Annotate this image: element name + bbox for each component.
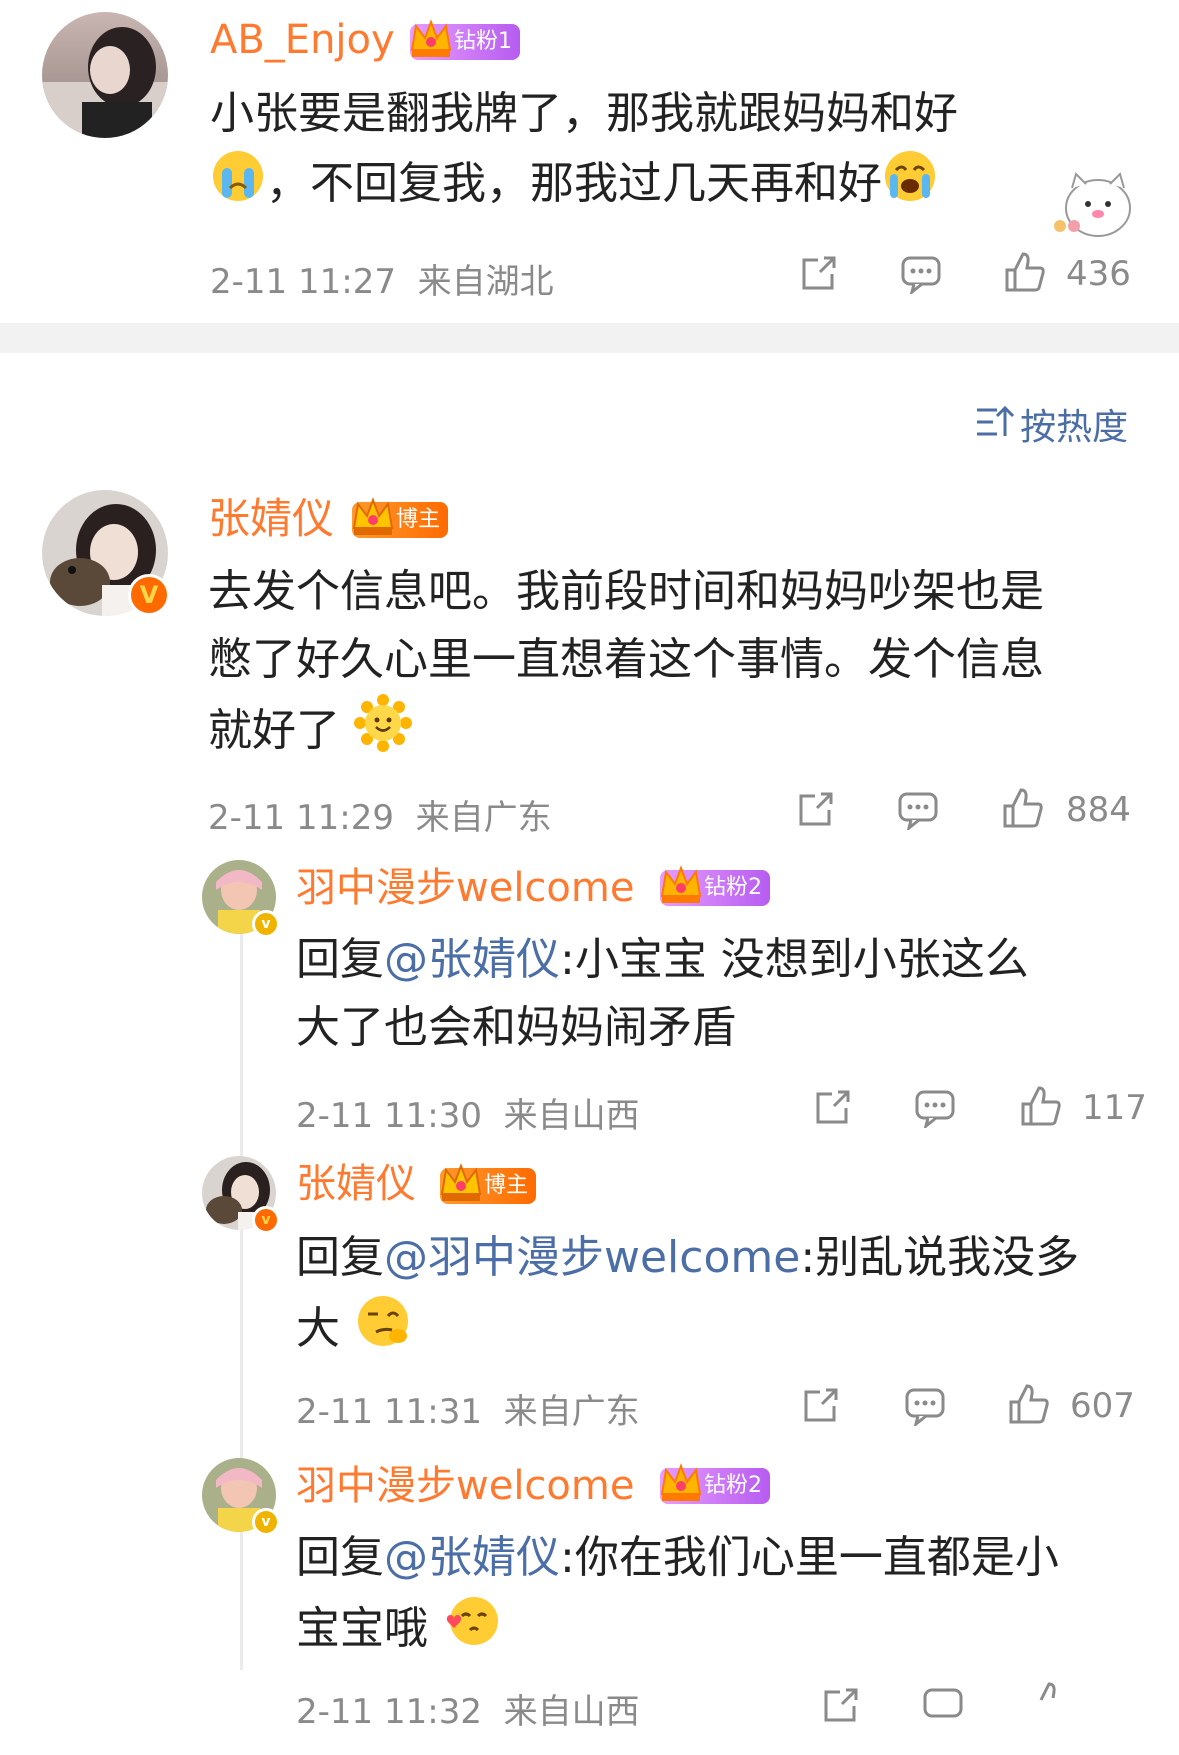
thread-line — [240, 930, 243, 1670]
username[interactable]: 羽中漫步welcome — [296, 862, 634, 914]
like-icon[interactable] — [1002, 786, 1044, 834]
comment-line: ，不回复我，那我过几天再和好 — [210, 148, 1130, 224]
location: 来自广东 — [415, 798, 552, 838]
comment-line: 去发个信息吧。我前段时间和妈妈吵架也是 — [208, 566, 1044, 617]
timestamp: 2-11 11:31 — [296, 1392, 482, 1432]
comment-text: 小张要是翻我牌了，那我就跟妈妈和好 ，不回复我，那我过几天再和好 — [210, 80, 1130, 224]
reply-meta: 2-11 11:30 来自山西 — [296, 1088, 640, 1137]
like-count: 884 — [1066, 790, 1131, 830]
mention-link[interactable]: @张婧仪 — [384, 934, 560, 985]
fan-level-badge[interactable]: 钻粉2 — [660, 1463, 770, 1504]
location: 来自山西 — [503, 1096, 640, 1136]
reply-text: 回复@张婧仪:你在我们心里一直都是小 宝宝哦 — [296, 1524, 1156, 1670]
like-icon[interactable] — [1020, 1084, 1062, 1132]
cat-sticker-icon — [1050, 160, 1135, 240]
reply-line: 回复@羽中漫步welcome:别乱说我没多 — [296, 1232, 1080, 1283]
badge-label: 博主 — [396, 507, 441, 532]
username[interactable]: 张婧仪 — [208, 492, 334, 546]
crown-icon — [658, 1460, 704, 1518]
crying-emoji-icon — [210, 148, 266, 224]
mention-link[interactable]: @羽中漫步welcome — [384, 1232, 800, 1283]
comment-icon[interactable] — [900, 254, 942, 298]
like-count: 117 — [1082, 1088, 1147, 1128]
sort-toggle[interactable]: 按热度 — [975, 398, 1128, 448]
comment-icon[interactable] — [904, 1386, 946, 1430]
blogger-badge[interactable]: 博主 — [440, 1163, 537, 1204]
share-icon[interactable] — [800, 1386, 840, 1430]
comment-meta: 2-11 11:29 来自广东 — [208, 790, 552, 839]
reply-line: 大 — [296, 1292, 1156, 1370]
location: 来自广东 — [503, 1392, 640, 1432]
timestamp: 2-11 11:30 — [296, 1096, 482, 1136]
like-count: 607 — [1070, 1386, 1135, 1426]
share-icon[interactable] — [820, 1686, 860, 1730]
crown-icon — [658, 862, 704, 920]
sun-emoji-icon — [354, 694, 412, 772]
kiss-emoji-icon — [442, 1592, 500, 1670]
comment-meta: 2-11 11:27 来自湖北 — [210, 254, 554, 303]
crown-icon — [350, 494, 396, 552]
like-count: 436 — [1066, 254, 1131, 294]
badge-label: 博主 — [484, 1173, 529, 1198]
comment-text: 去发个信息吧。我前段时间和妈妈吵架也是 憋了好久心里一直想着这个事情。发个信息 … — [208, 558, 1128, 772]
share-icon[interactable] — [812, 1088, 852, 1132]
share-icon[interactable] — [798, 254, 838, 298]
reply-line: 回复@张婧仪:小宝宝 没想到小张这么 — [296, 934, 1029, 985]
comment-line: 憋了好久心里一直想着这个事情。发个信息 — [208, 634, 1044, 685]
reply-line: 回复@张婧仪:你在我们心里一直都是小 — [296, 1532, 1059, 1583]
username[interactable]: 羽中漫步welcome — [296, 1460, 634, 1512]
comment-line: 就好了 — [208, 694, 1128, 772]
reply-text: 回复@张婧仪:小宝宝 没想到小张这么 大了也会和妈妈闹矛盾 — [296, 926, 1136, 1062]
fan-level-badge[interactable]: 钻粉1 — [410, 19, 520, 60]
crown-icon — [408, 16, 454, 74]
like-icon[interactable] — [1004, 250, 1046, 298]
username[interactable]: AB_Enjoy — [210, 14, 395, 66]
divider — [0, 323, 1179, 353]
badge-label: 钻粉1 — [454, 29, 512, 54]
avatar[interactable] — [42, 12, 168, 138]
badge-label: 钻粉2 — [704, 875, 762, 900]
sort-label: 按热度 — [1020, 407, 1129, 448]
comment-icon[interactable] — [922, 1686, 964, 1730]
like-icon[interactable] — [1030, 1680, 1072, 1728]
comment-icon[interactable] — [897, 790, 939, 834]
verified-icon: v — [252, 1206, 280, 1234]
badge-label: 钻粉2 — [704, 1473, 762, 1498]
sort-icon — [975, 404, 1015, 444]
like-icon[interactable] — [1008, 1382, 1050, 1430]
timestamp: 2-11 11:29 — [208, 798, 394, 838]
username[interactable]: 张婧仪 — [296, 1158, 416, 1210]
timestamp: 2-11 11:27 — [210, 262, 396, 302]
crown-icon — [438, 1160, 484, 1218]
reply-line: 大了也会和妈妈闹矛盾 — [296, 1002, 736, 1053]
reply-text: 回复@羽中漫步welcome:别乱说我没多 大 — [296, 1224, 1156, 1370]
reply-meta: 2-11 11:31 来自广东 — [296, 1384, 640, 1433]
bottom-fade — [0, 1725, 1179, 1755]
comment-line: 小张要是翻我牌了，那我就跟妈妈和好 — [210, 88, 958, 139]
verified-icon: V — [128, 574, 170, 616]
location: 来自湖北 — [417, 262, 554, 302]
verified-icon: v — [252, 910, 280, 938]
blogger-badge[interactable]: 博主 — [352, 497, 449, 538]
smirk-emoji-icon — [354, 1292, 412, 1370]
share-icon[interactable] — [795, 790, 835, 834]
mention-link[interactable]: @张婧仪 — [384, 1532, 560, 1583]
reply-line: 宝宝哦 — [296, 1592, 1156, 1670]
sobbing-emoji-icon — [882, 148, 938, 224]
verified-icon: v — [252, 1508, 280, 1536]
comment-icon[interactable] — [914, 1088, 956, 1132]
fan-level-badge[interactable]: 钻粉2 — [660, 865, 770, 906]
